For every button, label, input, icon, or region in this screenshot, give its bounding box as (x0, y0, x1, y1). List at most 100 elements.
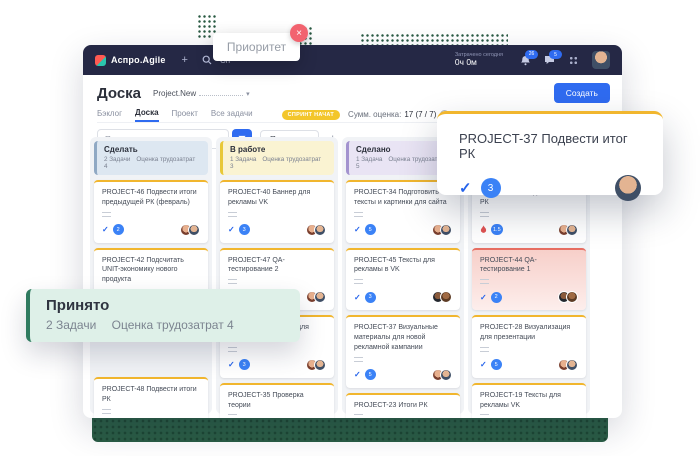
avatar (566, 359, 578, 371)
time-tracker[interactable]: Затрачено сегодня 0ч 0м (455, 52, 503, 68)
zoomed-column-task-count: 2 Задачи (46, 318, 96, 332)
column-task-count: 1 Задача (230, 156, 256, 163)
avatar (566, 224, 578, 236)
description-icon (228, 347, 237, 352)
task-card[interactable]: PROJECT-46 Подвести итоги предыдущей РК … (94, 180, 208, 243)
tab-board[interactable]: Доска (135, 108, 158, 122)
avatar (314, 359, 326, 371)
estimate-badge: 3 (239, 359, 250, 370)
create-button[interactable]: Создать (554, 83, 610, 103)
close-icon[interactable]: × (290, 24, 308, 42)
estimate-badge: 2 (113, 224, 124, 235)
assignee-avatars (310, 291, 326, 303)
sprint-status-badge: СПРИНТ НАЧАТ (282, 110, 340, 120)
time-value: 0ч 0м (455, 58, 477, 68)
assignee-avatar (615, 175, 641, 201)
avatar (314, 224, 326, 236)
task-card[interactable]: PROJECT-40 Баннер для рекламы VK ✓3 (220, 180, 334, 243)
avatar (440, 224, 452, 236)
description-icon (102, 212, 111, 217)
page: Аспро.Agile + Сп Затрачено сегодня 0ч 0м… (0, 0, 700, 456)
task-card-overdue[interactable]: PROJECT-44 QA-тестирование 1 ✓ 2 (472, 248, 586, 311)
tab-backlog[interactable]: Бэклог (97, 109, 122, 121)
task-title: PROJECT-48 Подвести итоги РК (102, 385, 200, 405)
estimate-badge: 5 (365, 369, 376, 380)
column-header[interactable]: В работе 1 ЗадачаОценка трудозатрат 3 (220, 141, 334, 175)
quick-add-icon[interactable]: + (182, 54, 188, 66)
task-title: PROJECT-34 Подготовить тексты и картинки… (354, 188, 452, 208)
zoomed-task-title: PROJECT-37 Подвести итог РК (459, 131, 641, 161)
search-icon[interactable] (202, 55, 212, 65)
notifications-bell-icon[interactable]: 26 (520, 55, 531, 66)
task-card[interactable]: PROJECT-48 Подвести итоги РК ✓2 (94, 377, 208, 418)
assignee-avatars (562, 359, 578, 371)
checkmark-icon: ✓ (480, 360, 487, 369)
estimate-badge: 3 (365, 292, 376, 303)
task-title: PROJECT-42 Подсчитать UNIT-экономику нов… (102, 256, 200, 285)
board-name: Project.New (153, 89, 196, 98)
tab-project[interactable]: Проект (172, 109, 198, 121)
task-card[interactable]: PROJECT-35 Проверка теории ✓3 (220, 383, 334, 418)
description-icon (480, 347, 489, 352)
app-window: Аспро.Agile + Сп Затрачено сегодня 0ч 0м… (83, 45, 622, 418)
task-title: PROJECT-47 QA-тестирование 2 (228, 256, 326, 276)
column-title: Сделать (104, 145, 201, 154)
assignee-avatars (436, 369, 452, 381)
task-title: PROJECT-23 Итоги РК (354, 401, 452, 411)
task-card[interactable]: PROJECT-37 Визуальные материалы для ново… (346, 315, 460, 387)
app-logo-icon (95, 55, 106, 66)
decor-dots (360, 33, 508, 45)
assignee-avatars (436, 291, 452, 303)
task-title: PROJECT-37 Визуальные материалы для ново… (354, 323, 452, 352)
task-card[interactable]: PROJECT-19 Тексты для рекламы VK ✓5 (472, 383, 586, 418)
checkmark-icon: ✓ (354, 225, 361, 234)
description-icon (480, 279, 489, 284)
estimate-badge: 5 (365, 224, 376, 235)
description-icon (480, 212, 489, 217)
column-task-count: 2 Задачи (104, 156, 130, 163)
estimate-badge: 5 (491, 359, 502, 370)
summary-label: Сумм. оценка: (348, 110, 401, 119)
description-icon (354, 357, 363, 362)
priority-tooltip: Приоритет × (213, 33, 300, 61)
user-avatar[interactable] (592, 51, 610, 69)
page-title: Доска (97, 85, 141, 102)
task-title: PROJECT-45 Тексты для рекламы в VK (354, 256, 452, 276)
assignee-avatars (562, 224, 578, 236)
tab-all-tasks[interactable]: Все задачи (211, 109, 253, 121)
task-card[interactable]: PROJECT-45 Тексты для рекламы в VK ✓ 3 (346, 248, 460, 311)
checkmark-icon: ✓ (354, 370, 361, 379)
description-icon (480, 414, 489, 418)
description-icon (228, 279, 237, 284)
checkmark-icon: ✓ (354, 293, 361, 302)
task-title: PROJECT-35 Проверка теории (228, 391, 326, 411)
checkmark-icon: ✓ (228, 225, 235, 234)
assignee-avatars (310, 224, 326, 236)
task-card[interactable]: PROJECT-28 Визуализация для презентации … (472, 315, 586, 378)
task-card[interactable]: PROJECT-23 Итоги РК ✓5 (346, 393, 460, 418)
board-header: Доска Project.New ▾ Создать (97, 81, 610, 105)
avatar (440, 291, 452, 303)
estimate-badge: 2 (491, 292, 502, 303)
messages-icon[interactable]: 5 (544, 55, 555, 65)
zoomed-task-card[interactable]: PROJECT-37 Подвести итог РК ✓ 3 (437, 111, 663, 195)
zoomed-column-estimate: Оценка трудозатрат 4 (112, 318, 234, 332)
checkmark-icon: ✓ (102, 225, 109, 234)
avatar (566, 291, 578, 303)
app-name: Аспро.Agile (111, 55, 166, 65)
column-todo: Сделать 2 ЗадачиОценка трудозатрат 4 PRO… (90, 137, 212, 414)
column-in-progress: В работе 1 ЗадачаОценка трудозатрат 3 PR… (216, 137, 338, 414)
apps-grid-icon[interactable] (568, 55, 579, 66)
assignee-avatars (436, 224, 452, 236)
board-selector[interactable]: Project.New ▾ (153, 88, 250, 98)
task-title: PROJECT-44 QA-тестирование 1 (480, 256, 578, 276)
checkmark-icon: ✓ (480, 293, 487, 302)
task-title: PROJECT-46 Подвести итоги предыдущей РК … (102, 188, 200, 208)
assignee-avatars (184, 224, 200, 236)
avatar (314, 291, 326, 303)
column-header[interactable]: Сделать 2 ЗадачиОценка трудозатрат 4 (94, 141, 208, 175)
description-icon (228, 414, 237, 418)
summary-value: 17 (7 / 7) (404, 110, 436, 119)
estimate-badge: 3 (239, 224, 250, 235)
assignee-avatars (562, 291, 578, 303)
